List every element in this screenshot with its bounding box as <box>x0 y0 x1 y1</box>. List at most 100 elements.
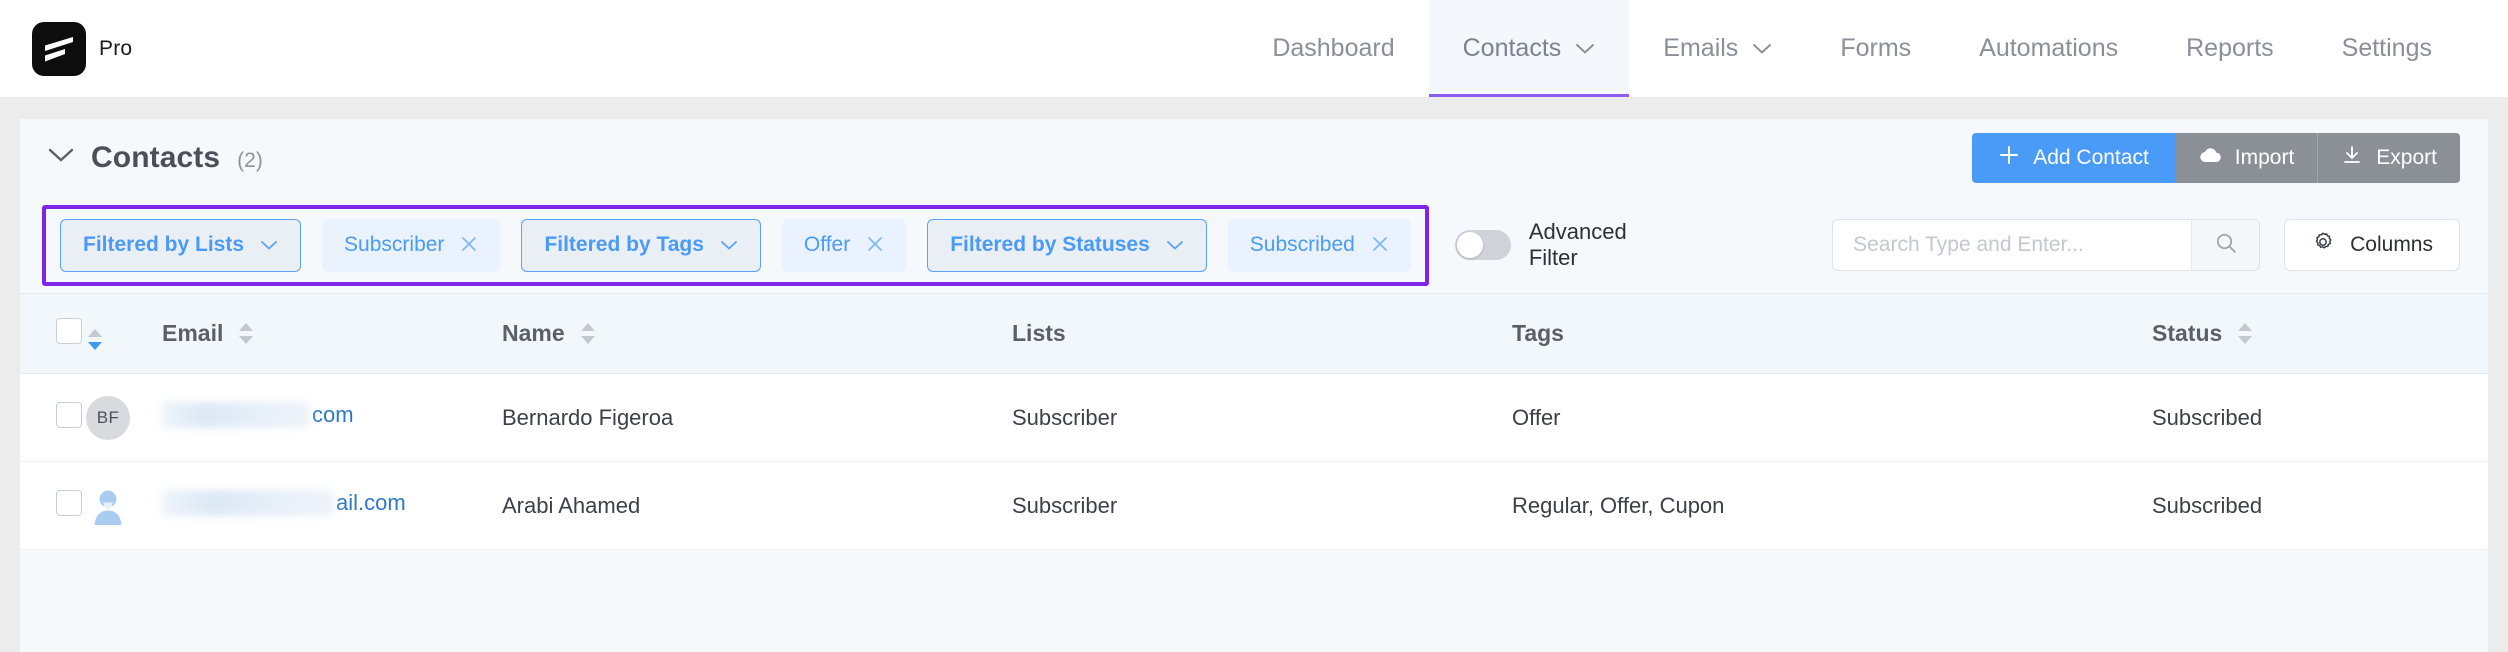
filter-value-subscribed[interactable]: Subscribed <box>1227 218 1411 272</box>
add-contact-button[interactable]: Add Contact <box>1972 133 2175 183</box>
add-contact-label: Add Contact <box>2033 146 2149 169</box>
brand: Pro <box>0 0 132 97</box>
email-address-masked: ail.com <box>162 489 406 516</box>
column-tags: Tags <box>1512 293 2152 374</box>
filter-chip-label: Filtered by Statuses <box>950 233 1150 256</box>
row-email-cell[interactable]: ail.com <box>162 461 502 550</box>
column-select-all <box>20 293 86 374</box>
email-visible-tail: com <box>312 401 354 427</box>
contacts-table: Email Name Lists Tags Status BF com Bern… <box>20 293 2488 550</box>
column-tags-label: Tags <box>1512 320 1564 346</box>
row-checkbox[interactable] <box>56 489 82 516</box>
close-icon[interactable] <box>460 234 478 257</box>
sort-icon-name[interactable] <box>579 322 597 345</box>
select-all-checkbox[interactable] <box>56 317 82 344</box>
column-email-label: Email <box>162 320 224 346</box>
advanced-filter-toggle[interactable] <box>1454 230 1511 260</box>
row-status-cell: Subscribed <box>2152 461 2488 550</box>
chevron-down-icon <box>720 233 738 257</box>
filter-value-offer[interactable]: Offer <box>781 218 907 272</box>
search-button[interactable] <box>2191 220 2260 270</box>
nav-item-settings[interactable]: Settings <box>2308 0 2466 97</box>
nav-item-forms[interactable]: Forms <box>1806 0 1945 97</box>
row-tags-cell: Offer <box>1512 373 2152 462</box>
close-icon[interactable] <box>866 234 884 257</box>
table-body: BF com Bernardo Figeroa Subscriber Offer <box>20 373 2488 550</box>
status-badge: Subscribed <box>2152 492 2263 518</box>
filter-chip-lists[interactable]: Filtered by Lists <box>60 218 302 272</box>
contact-tags: Offer <box>1512 404 1561 430</box>
columns-button[interactable]: Columns <box>2284 219 2460 271</box>
import-label: Import <box>2234 146 2295 169</box>
table-header: Email Name Lists Tags Status <box>20 293 2488 374</box>
filter-bar: Filtered by Lists Subscriber Filtered by… <box>20 197 2488 293</box>
row-lists-cell: Subscriber <box>1012 461 1512 550</box>
search-input[interactable] <box>1833 220 2192 270</box>
avatar: BF <box>86 395 130 440</box>
column-status[interactable]: Status <box>2152 293 2488 374</box>
cloud-upload-icon <box>2198 146 2222 170</box>
main-nav: Dashboard Contacts Emails Forms Automati… <box>1238 0 2508 97</box>
contacts-count: (2) <box>237 149 263 172</box>
search-icon <box>2214 231 2238 260</box>
filter-chip-tags[interactable]: Filtered by Tags <box>521 218 761 272</box>
close-icon[interactable] <box>1371 234 1389 257</box>
row-checkbox[interactable] <box>56 401 82 428</box>
filter-chip-statuses[interactable]: Filtered by Statuses <box>927 218 1207 272</box>
nav-item-emails[interactable]: Emails <box>1629 0 1806 97</box>
chevron-down-icon[interactable] <box>48 148 74 168</box>
chevron-down-icon <box>260 233 278 257</box>
email-visible-tail: ail.com <box>336 489 406 515</box>
row-name-cell: Arabi Ahamed <box>502 461 1012 550</box>
fluentcrm-logo-icon[interactable] <box>32 21 86 76</box>
status-badge: Subscribed <box>2152 404 2263 430</box>
download-icon <box>2341 144 2363 172</box>
nav-item-label: Forms <box>1840 34 1912 62</box>
sort-icon-status[interactable] <box>2236 322 2254 345</box>
columns-label: Columns <box>2350 233 2433 256</box>
table-row[interactable]: BF com Bernardo Figeroa Subscriber Offer <box>20 373 2488 462</box>
row-tags-cell: Regular, Offer, Cupon <box>1512 461 2152 550</box>
page-background-gap <box>0 97 2508 119</box>
column-avatar-sort[interactable] <box>86 293 162 374</box>
filter-value-label: Offer <box>803 233 851 256</box>
row-avatar-cell <box>86 461 162 550</box>
import-button[interactable]: Import <box>2174 133 2318 183</box>
row-avatar-cell: BF <box>86 373 162 462</box>
page-title-label: Contacts <box>91 141 221 174</box>
sort-icon-avatar[interactable] <box>86 328 104 351</box>
header-action-buttons: Add Contact Import Export <box>1972 133 2460 183</box>
filter-value-subscriber[interactable]: Subscriber <box>322 218 501 272</box>
nav-item-label: Emails <box>1663 34 1739 62</box>
advanced-filter-control: Advanced Filter <box>1454 219 1647 271</box>
nav-item-contacts[interactable]: Contacts <box>1428 0 1630 97</box>
row-lists-cell: Subscriber <box>1012 373 1512 462</box>
chevron-down-icon <box>1166 233 1184 257</box>
filter-value-label: Subscriber <box>344 233 445 256</box>
column-email[interactable]: Email <box>162 293 502 374</box>
column-lists-label: Lists <box>1012 320 1066 346</box>
plus-icon <box>1998 144 2020 172</box>
nav-item-label: Contacts <box>1462 34 1562 62</box>
contact-name: Bernardo Figeroa <box>502 404 674 430</box>
chevron-down-icon <box>1752 43 1772 55</box>
top-navigation-bar: Pro Dashboard Contacts Emails Forms Auto… <box>0 0 2508 97</box>
table-row[interactable]: ail.com Arabi Ahamed Subscriber Regular,… <box>20 461 2488 550</box>
redaction-block <box>162 489 334 516</box>
nav-item-automations[interactable]: Automations <box>1945 0 2152 97</box>
sort-icon-email[interactable] <box>237 322 255 345</box>
contacts-panel-header: Contacts (2) Add Contact Import Export <box>20 119 2488 197</box>
contact-lists: Subscriber <box>1012 404 1118 430</box>
gear-icon <box>2311 230 2335 260</box>
contact-lists: Subscriber <box>1012 492 1118 518</box>
advanced-filter-label: Advanced Filter <box>1528 219 1627 270</box>
page-title[interactable]: Contacts (2) <box>48 141 263 175</box>
nav-item-dashboard[interactable]: Dashboard <box>1238 0 1428 97</box>
nav-item-label: Reports <box>2186 34 2274 62</box>
row-name-cell: Bernardo Figeroa <box>502 373 1012 462</box>
row-email-cell[interactable]: com <box>162 373 502 462</box>
nav-item-reports[interactable]: Reports <box>2152 0 2308 97</box>
export-button[interactable]: Export <box>2318 133 2460 183</box>
column-name[interactable]: Name <box>502 293 1012 374</box>
person-avatar-icon <box>94 490 122 525</box>
